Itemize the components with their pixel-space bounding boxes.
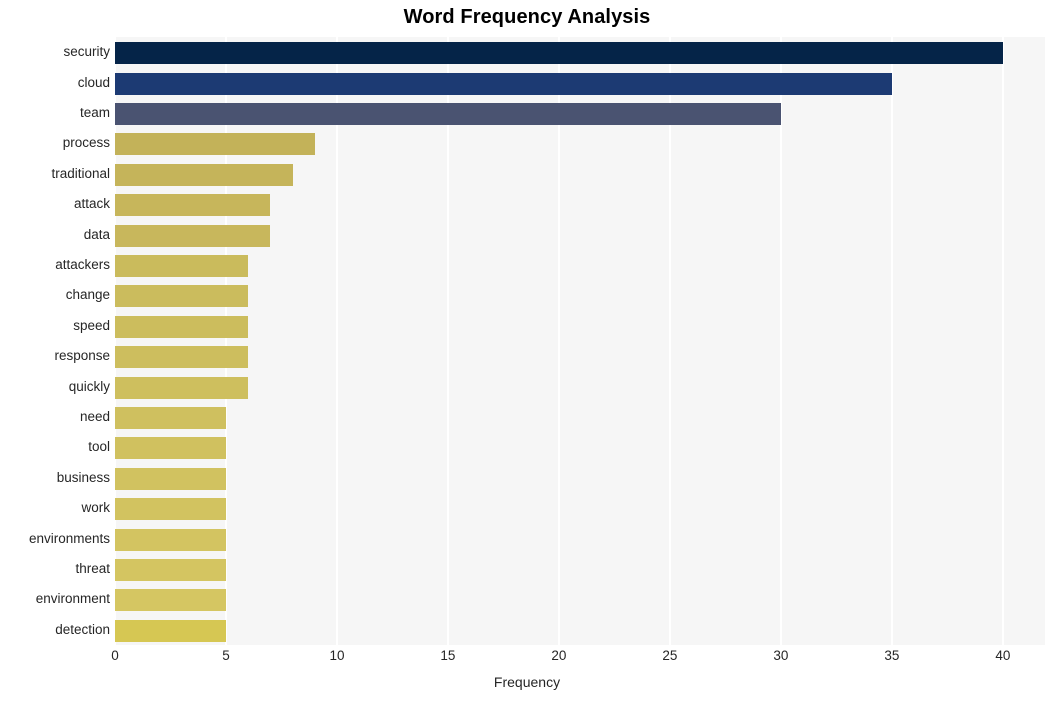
bar-quickly bbox=[115, 376, 249, 399]
y-tick-label-data: data bbox=[83, 226, 110, 242]
gridline-x-0 bbox=[115, 37, 116, 645]
bar-business bbox=[115, 467, 226, 490]
bar-attack bbox=[115, 194, 271, 217]
y-tick-label-team: team bbox=[79, 105, 110, 120]
chart-figure: Word Frequency Analysis security cloud tea… bbox=[0, 0, 1054, 701]
gridline-x-30 bbox=[779, 37, 782, 645]
y-tick-label-environment: environment bbox=[35, 591, 110, 607]
x-tick-label-30: 30 bbox=[773, 648, 789, 663]
bar-tool bbox=[115, 437, 226, 460]
gridline-x-5 bbox=[224, 37, 227, 645]
y-tick-label-attack: attack bbox=[73, 196, 110, 212]
gridline-x-20 bbox=[557, 37, 560, 645]
gridline-x-40 bbox=[1001, 37, 1004, 645]
y-tick-label-detection: detection bbox=[55, 621, 110, 637]
bar-traditional bbox=[115, 163, 293, 186]
y-tick-label-threat: threat bbox=[75, 561, 110, 576]
bar-team bbox=[115, 103, 781, 125]
y-axis-tick-labels: security cloud team process traditional attac… bbox=[0, 37, 110, 645]
bar-environment bbox=[115, 589, 226, 612]
y-tick-label-work: work bbox=[81, 500, 110, 516]
y-tick-label-tool: tool bbox=[88, 439, 110, 455]
y-tick-label-need: need bbox=[79, 409, 110, 424]
bar-data bbox=[115, 224, 271, 247]
x-tick-label-35: 35 bbox=[884, 648, 900, 663]
bar-security bbox=[115, 42, 1003, 65]
y-tick-label-cloud: cloud bbox=[77, 74, 110, 90]
bar-threat bbox=[115, 559, 226, 581]
gridline-x-25 bbox=[668, 37, 671, 645]
x-tick-label-25: 25 bbox=[662, 648, 678, 663]
gridline-x-10 bbox=[335, 37, 338, 645]
bar-speed bbox=[115, 315, 249, 338]
y-tick-label-response: response bbox=[54, 348, 110, 364]
gridline-x-15 bbox=[446, 37, 449, 645]
chart-title: Word Frequency Analysis bbox=[403, 6, 651, 28]
y-tick-label-change: change bbox=[65, 287, 110, 303]
y-tick-label-quickly: quickly bbox=[68, 378, 110, 394]
x-tick-label-15: 15 bbox=[440, 648, 456, 663]
y-tick-label-traditional: traditional bbox=[51, 165, 110, 181]
x-tick-label-10: 10 bbox=[329, 648, 345, 663]
bar-need bbox=[115, 407, 226, 429]
gridline-x-35 bbox=[890, 37, 893, 645]
y-tick-label-business: business bbox=[56, 469, 110, 485]
bar-change bbox=[115, 285, 249, 308]
bar-cloud bbox=[115, 72, 892, 95]
bar-environments bbox=[115, 528, 226, 551]
bar-response bbox=[115, 346, 249, 369]
bar-attackers bbox=[115, 255, 249, 277]
y-tick-label-environments: environments bbox=[28, 530, 110, 546]
x-axis-label: Frequency bbox=[493, 674, 561, 690]
y-tick-label-speed: speed bbox=[73, 317, 110, 333]
y-tick-label-attackers: attackers bbox=[55, 257, 110, 272]
x-axis-tick-labels: 0 5 10 15 20 25 30 35 40 bbox=[111, 648, 1045, 670]
y-tick-label-security: security bbox=[63, 44, 110, 60]
x-tick-label-20: 20 bbox=[551, 648, 567, 663]
bar-process bbox=[115, 133, 315, 156]
y-tick-label-process: process bbox=[62, 135, 110, 151]
bar-work bbox=[115, 498, 226, 521]
plot-area bbox=[115, 37, 1045, 645]
x-tick-label-40: 40 bbox=[995, 648, 1011, 663]
bar-detection bbox=[115, 619, 226, 642]
x-tick-label-0: 0 bbox=[111, 648, 119, 663]
x-tick-label-5: 5 bbox=[222, 648, 230, 663]
